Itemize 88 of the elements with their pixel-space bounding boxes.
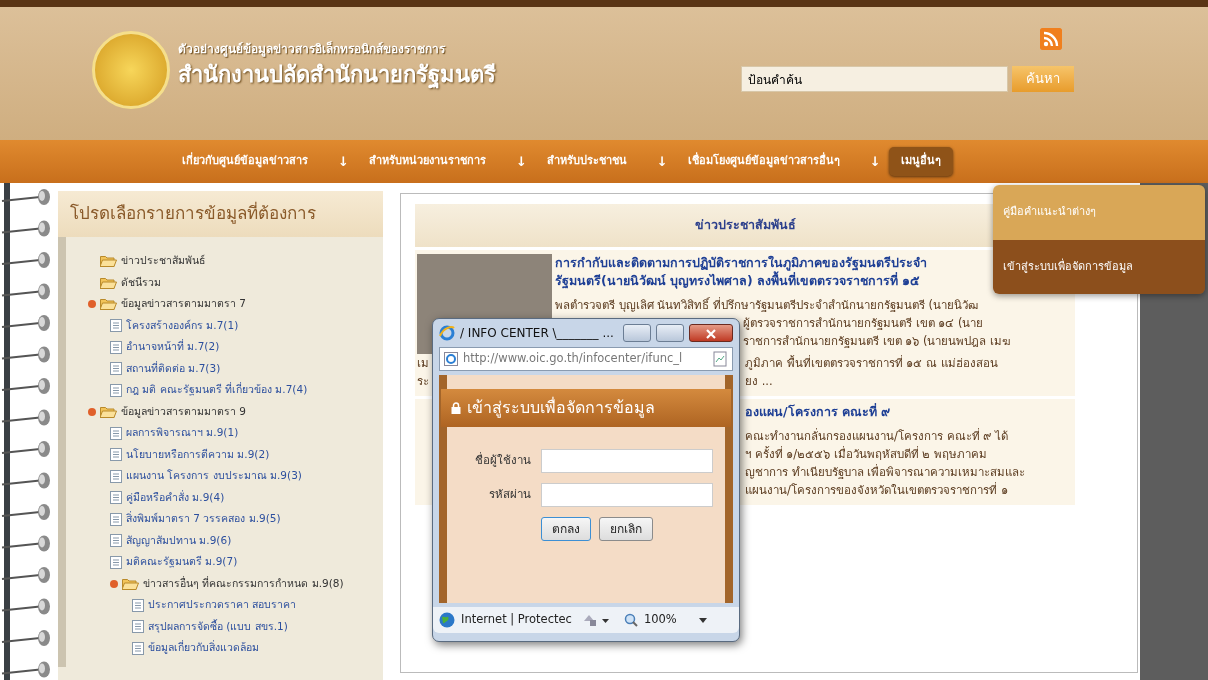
news-text: ระ: [417, 373, 429, 388]
zoom-icon: [623, 613, 638, 627]
field-label: รหัสผ่าน: [488, 486, 531, 504]
document-icon: [110, 383, 122, 397]
news-text: ยง ...: [745, 373, 773, 388]
site-title: สำนักงานปลัดสำนักนายกรัฐมนตรี: [178, 60, 496, 91]
panel-heading: โปรดเลือกรายการข้อมูลที่ต้องการ: [58, 191, 383, 237]
news-text: พลตำรวจตรี บุญเลิศ นันทวิสิทธิ์ ที่ปรึกษารัฐมนตรีประจำสำนักนายกรัฐมนตรี (นายนิวัฒ: [555, 297, 979, 312]
folder-icon: [122, 577, 139, 590]
zoom-level[interactable]: 100%: [643, 611, 677, 629]
ok-button[interactable]: ตกลง: [541, 517, 591, 541]
document-icon: [110, 534, 122, 548]
collapse-icon[interactable]: [110, 579, 118, 588]
folder-icon: [100, 405, 117, 418]
folder-link[interactable]: ข่าวสารอื่นๆ ที่คณะกรรมการกำหนด ม.9(8): [143, 575, 344, 592]
document-link[interactable]: แผนงาน โครงการ งบประมาณ ม.9(3): [126, 468, 302, 485]
down-arrow: ↓: [869, 152, 881, 171]
folder-icon: [100, 298, 117, 311]
document-link[interactable]: ผลการพิจารณาฯ ม.9(1): [126, 425, 239, 442]
news-text: ฯ ครั้งที่ ๑/๒๕๕๖ เมื่อวันพฤหัสบดีที่ ๒ พฤษภาคม: [745, 446, 988, 461]
cancel-button[interactable]: ยกเลิก: [599, 517, 653, 541]
document-link[interactable]: นโยบายหรือการตีความ ม.9(2): [126, 446, 270, 463]
search-field[interactable]: ป้อนคำค้น: [741, 66, 1008, 92]
news-headline[interactable]: องแผน/โครงการ คณะที่ ๙: [745, 403, 891, 419]
document-icon: [110, 491, 122, 505]
collapse-icon[interactable]: [88, 407, 96, 416]
collapse-icon[interactable]: [88, 300, 96, 309]
down-arrow: ↓: [656, 152, 668, 171]
document-icon[interactable]: [712, 351, 728, 367]
document-link[interactable]: สิ่งพิมพ์มาตรา 7 วรรคสอง ม.9(5): [126, 511, 281, 528]
folder-link[interactable]: ข้อมูลข่าวสารตามมาตรา 7: [121, 296, 247, 313]
nav-menu-item[interactable]: เมนูอื่นๆ: [888, 147, 953, 176]
dropdown-caret-icon[interactable]: [698, 617, 707, 623]
document-link[interactable]: สรุปผลการจัดซื้อ (แบบ สขร.1): [148, 618, 288, 635]
document-link[interactable]: ประกาศประกวดราคา สอบราคา: [148, 597, 297, 614]
document-icon: [110, 448, 122, 462]
rss-icon[interactable]: [1040, 28, 1062, 50]
news-text: ราชการสำนักนายกรัฐมนตรี เขต ๑๖ (นายนพปฎล เมฆ: [743, 333, 1012, 348]
news-text: เม: [417, 355, 429, 370]
close-icon: [706, 329, 716, 339]
news-text: คณะทำงานกลั่นกรองแผนงาน/โครงการ คณะที่ ๙ ได้: [745, 428, 1008, 443]
browser-icon: [439, 325, 455, 341]
folder-link[interactable]: ข่าวประชาสัมพันธ์: [121, 253, 205, 270]
folder-icon: [100, 255, 117, 268]
window-title: / INFO CENTER \_______ ...: [460, 325, 614, 342]
login-heading: เข้าสู่ระบบเพื่อจัดการข้อมูล: [467, 396, 655, 420]
close-button[interactable]: [689, 324, 733, 342]
document-icon: [132, 641, 144, 655]
document-link[interactable]: คู่มือหรือคำสั่ง ม.9(4): [126, 489, 225, 506]
news-text: ภูมิภาค พื้นที่เขตตรวจราชการที่ ๑๕ ณ แม่ฮ่องสอน: [745, 355, 998, 370]
news-text: ผู้ตรวจราชการสำนักนายกรัฐมนตรี เขต ๑๔ (นาย: [743, 315, 984, 330]
news-text: ญชาการ ทำเนียบรัฐบาล เพื่อพิจารณาความเหมาะสมและ: [745, 464, 1026, 479]
document-link[interactable]: สัญญาสัมปทาน ม.9(6): [126, 532, 232, 549]
down-arrow: ↓: [515, 152, 527, 171]
address-bar[interactable]: http://www.oic.go.th/infocenter/ifunc_l: [439, 347, 733, 371]
document-link[interactable]: กฎ มติ คณะรัฐมนตรี ที่เกี่ยวข้อง ม.7(4): [126, 382, 308, 399]
document-link[interactable]: สถานที่ติดต่อ ม.7(3): [126, 360, 221, 377]
folder-link[interactable]: ข้อมูลข่าวสารตามมาตรา 9: [121, 403, 247, 420]
page-icon: [444, 352, 458, 366]
news-headline[interactable]: การกำกับและติดตามการปฏิบัติราชการในภูมิภาคของรัฐมนตรีประจำ: [555, 254, 927, 270]
field-label: ชื่อผู้ใช้งาน: [474, 452, 531, 470]
input-field[interactable]: [541, 483, 713, 507]
status-text: Internet | Protectec: [461, 611, 572, 629]
dropdown-menu-item[interactable]: เข้าสู่ระบบเพื่อจัดการข้อมูล: [993, 239, 1205, 294]
folder-icon: [100, 276, 117, 289]
document-icon: [110, 426, 122, 440]
document-link[interactable]: ข้อมูลเกี่ยวกับสิ่งแวดล้อม: [148, 640, 259, 657]
document-icon: [110, 555, 122, 569]
news-text: แผนงาน/โครงการของจังหวัดในเขตตรวจราชการที่ ๑: [745, 482, 1008, 497]
down-arrow: ↓: [338, 152, 349, 171]
minimize-button[interactable]: [623, 324, 651, 342]
site-subtitle: ตัวอย่างศูนย์ข้อมูลข่าวสารอิเล็กทรอนิกส์ของราชการ: [178, 40, 447, 58]
input-field[interactable]: [541, 449, 713, 473]
document-icon: [110, 362, 122, 376]
document-link[interactable]: โครงสร้างองค์กร ม.7(1): [126, 317, 239, 334]
document-icon: [110, 512, 122, 526]
document-link[interactable]: อำนาจหน้าที่ ม.7(2): [126, 339, 220, 356]
document-icon: [132, 620, 144, 634]
document-icon: [110, 319, 122, 333]
document-link[interactable]: มติคณะรัฐมนตรี ม.9(7): [126, 554, 238, 571]
news-headline[interactable]: รัฐมนตรี(นายนิวัฒน์ บุญทรงไพศาล) ลงพื้นที่เขตตรวจราชการที่ ๑๕: [555, 272, 920, 288]
maximize-button[interactable]: [656, 324, 684, 342]
document-icon: [132, 598, 144, 612]
folder-link[interactable]: ดัชนีรวม: [121, 274, 161, 291]
document-icon: [110, 340, 122, 354]
document-icon: [110, 469, 122, 483]
lock-icon: [451, 402, 461, 414]
globe-icon: [439, 612, 455, 628]
